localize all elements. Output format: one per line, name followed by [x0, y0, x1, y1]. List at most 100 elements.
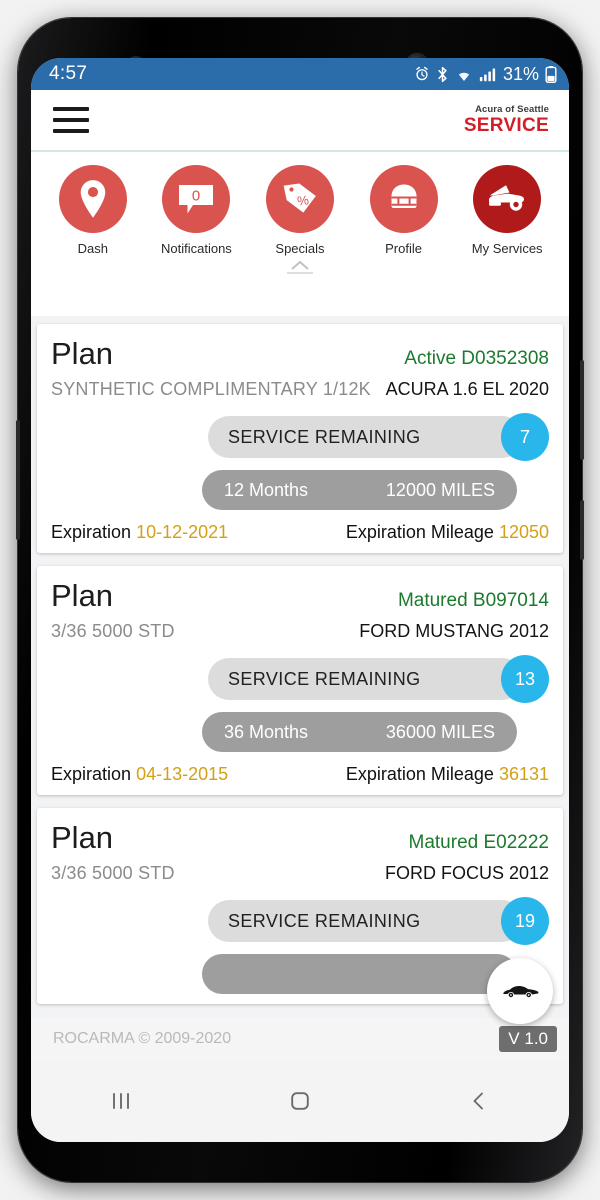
bixby-button[interactable] — [580, 500, 584, 560]
brand-logo: Acura of Seattle SERVICE — [464, 105, 549, 136]
plan-card-subheader: 3/36 5000 STD FORD FOCUS 2012 — [51, 863, 549, 884]
map-pin-icon — [80, 180, 106, 218]
drawer-handle-row — [31, 256, 569, 288]
plan-card-subheader: 3/36 5000 STD FORD MUSTANG 2012 — [51, 621, 549, 642]
term-miles: 12000 MILES — [385, 479, 495, 500]
wifi-icon — [458, 72, 470, 81]
term-mileage-pill: 36 Months 36000 MILES — [202, 712, 517, 752]
expiration-mileage-label: Expiration Mileage — [345, 522, 494, 542]
expiration-value: 10-12-2021 — [136, 522, 229, 542]
plan-card-header: Plan Matured B097014 — [51, 578, 549, 614]
expiration-mileage-value: 36131 — [498, 764, 549, 784]
alarm-icon — [416, 66, 428, 81]
home-button[interactable] — [265, 1078, 335, 1124]
notifications-circle: 0 — [162, 165, 231, 233]
collapse-chevron-icon[interactable] — [274, 258, 326, 276]
nav-item-specials[interactable]: % Specials — [253, 165, 347, 256]
plan-bars: SERVICE REMAINING 7 12 Months 12000 MILE… — [51, 413, 549, 510]
service-remaining-label: SERVICE REMAINING — [208, 900, 523, 942]
expiration-row: Expiration 04-13-2015 Expiration Mileage… — [51, 764, 549, 785]
plan-card[interactable]: Plan Matured E02222 3/36 5000 STD FORD F… — [37, 808, 563, 1004]
phone-screen: 4:57 31% Acura of Seattle SERVICE Dash 0… — [31, 58, 569, 1142]
battery-icon — [545, 65, 557, 83]
vehicle-name: ACURA 1.6 EL 2020 — [385, 379, 549, 399]
plan-name: SYNTHETIC COMPLIMENTARY 1/12K — [51, 379, 371, 399]
expiration-label: Expiration — [51, 522, 132, 542]
vehicle-name: FORD MUSTANG 2012 — [359, 621, 549, 641]
term-miles: 36000 MILES — [385, 721, 495, 742]
helmet-avatar-icon — [391, 184, 417, 208]
back-button[interactable] — [444, 1078, 514, 1124]
expiration-value: 04-13-2015 — [136, 764, 229, 784]
status-icons: 31% — [414, 64, 557, 85]
battery-percentage: 31% — [502, 63, 539, 84]
nav-item-my-services[interactable]: My Services — [460, 165, 554, 256]
plan-bars: SERVICE REMAINING 13 36 Months 36000 MIL… — [51, 655, 549, 752]
plan-card-header: Plan Active D0352308 — [51, 336, 549, 372]
nav-label-specials: Specials — [275, 241, 325, 256]
term-months: 12 Months — [224, 479, 309, 500]
term-months: 36 Months — [224, 721, 309, 742]
plan-title: Plan — [51, 820, 114, 855]
expiration-mileage-label: Expiration Mileage — [345, 764, 494, 784]
service-remaining-label: SERVICE REMAINING — [208, 658, 523, 700]
notifications-badge-count: 0 — [192, 188, 200, 205]
back-icon — [473, 1092, 484, 1110]
nav-item-notifications[interactable]: 0 Notifications — [149, 165, 243, 256]
plan-status: Active D0352308 — [404, 348, 549, 369]
speech-bubble-icon: 0 — [179, 185, 214, 214]
vehicle-name: FORD FOCUS 2012 — [384, 863, 549, 883]
my-services-circle — [473, 165, 542, 233]
home-icon — [291, 1092, 309, 1110]
volume-button[interactable] — [16, 420, 20, 540]
price-tag-icon: % — [283, 183, 316, 213]
recents-button[interactable] — [86, 1078, 156, 1124]
plan-name: 3/36 5000 STD — [51, 863, 175, 883]
expiration-label: Expiration — [51, 764, 132, 784]
status-bar: 4:57 31% — [31, 58, 569, 90]
service-remaining-row: SERVICE REMAINING 13 — [51, 655, 549, 703]
plan-status: Matured B097014 — [397, 590, 549, 611]
nav-item-profile[interactable]: Profile — [357, 165, 451, 256]
quick-nav-bar: Dash 0 Notifications % Specials Profile … — [31, 152, 569, 256]
term-mileage-pill — [202, 954, 517, 994]
plan-bars: SERVICE REMAINING 19 — [51, 897, 549, 994]
plan-list[interactable]: Plan Active D0352308 SYNTHETIC COMPLIMEN… — [31, 316, 569, 1060]
nav-label-my-services: My Services — [471, 241, 543, 256]
plan-card[interactable]: Plan Matured B097014 3/36 5000 STD FORD … — [37, 566, 563, 795]
plan-title: Plan — [51, 336, 114, 371]
plan-card[interactable]: Plan Active D0352308 SYNTHETIC COMPLIMEN… — [37, 324, 563, 553]
hamburger-icon[interactable] — [53, 107, 89, 133]
service-remaining-label: SERVICE REMAINING — [208, 416, 523, 458]
expiration-mileage-value: 12050 — [498, 522, 549, 542]
plan-title: Plan — [51, 578, 114, 613]
nav-label-profile: Profile — [385, 241, 422, 256]
service-remaining-count: 7 — [501, 413, 549, 461]
expiration-group: Expiration 04-13-2015 — [51, 764, 228, 785]
expiration-group: Expiration 10-12-2021 — [51, 522, 228, 543]
app-footer: ROCARMA © 2009-2020 V 1.0 — [31, 1018, 569, 1060]
car-hood-open-icon — [489, 185, 525, 211]
app-header: Acura of Seattle SERVICE — [31, 90, 569, 152]
add-vehicle-fab[interactable] — [487, 958, 553, 1024]
copyright-text: ROCARMA © 2009-2020 — [53, 1030, 232, 1047]
term-mileage-pill: 12 Months 12000 MILES — [202, 470, 517, 510]
service-remaining-count: 19 — [501, 897, 549, 945]
sports-car-icon — [503, 985, 539, 998]
brand-dealer-name: Acura of Seattle — [475, 103, 549, 115]
power-button[interactable] — [580, 360, 584, 460]
brand-service-word: SERVICE — [463, 115, 549, 137]
android-navigation-bar — [31, 1060, 569, 1142]
dash-circle — [58, 165, 127, 233]
status-time: 4:57 — [49, 63, 88, 84]
signal-icon — [479, 68, 496, 81]
bluetooth-icon — [438, 66, 447, 82]
plan-status: Matured E02222 — [408, 832, 550, 853]
plan-card-subheader: SYNTHETIC COMPLIMENTARY 1/12K ACURA 1.6 … — [51, 379, 549, 400]
recents-icon — [112, 1093, 129, 1109]
service-remaining-row: SERVICE REMAINING 7 — [51, 413, 549, 461]
plan-card-header: Plan Matured E02222 — [51, 820, 549, 856]
nav-item-dash[interactable]: Dash — [46, 165, 140, 256]
service-remaining-count: 13 — [501, 655, 549, 703]
expiration-mileage-group: Expiration Mileage 36131 — [346, 764, 549, 785]
